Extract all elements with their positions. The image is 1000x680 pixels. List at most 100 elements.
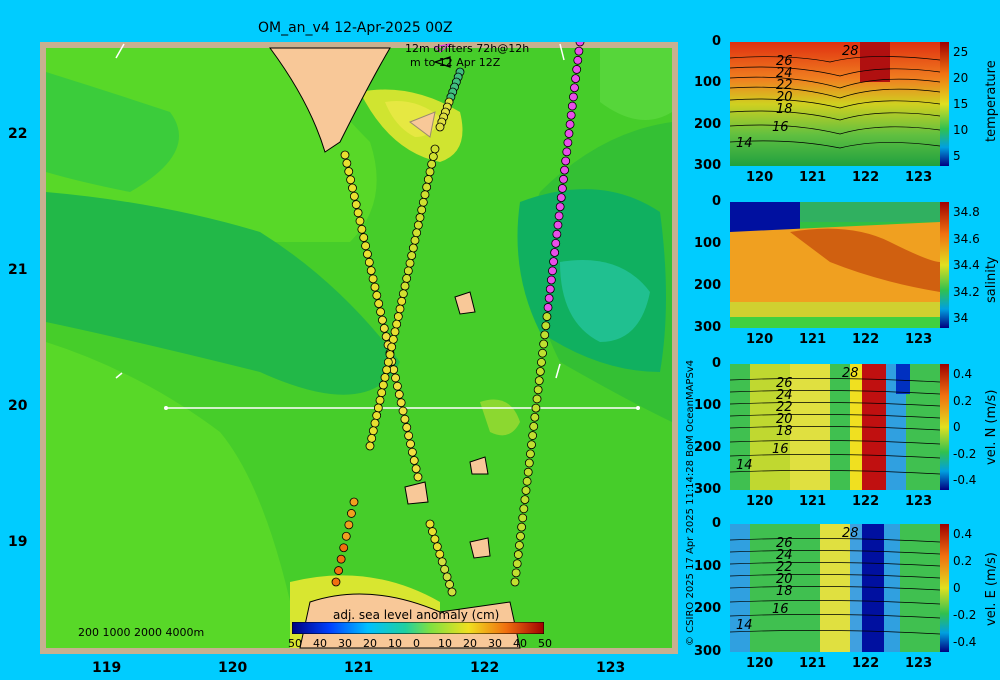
panel-lon-tick: 120 bbox=[746, 494, 774, 509]
drifter-position bbox=[521, 486, 531, 495]
drifter-position bbox=[432, 542, 442, 552]
drifter-position bbox=[398, 289, 408, 299]
drifter-position bbox=[548, 266, 557, 276]
contour-label: 28 bbox=[842, 526, 859, 541]
drifter-position bbox=[365, 441, 375, 451]
drifter-position bbox=[530, 412, 540, 422]
drifter-position bbox=[513, 550, 523, 559]
drifter-position bbox=[532, 394, 542, 404]
panel-depth-tick: 200 bbox=[694, 278, 722, 293]
colorbar-tick: -0.2 bbox=[953, 608, 977, 622]
colorbar-tick: 0.2 bbox=[953, 393, 973, 408]
drifter-position bbox=[411, 464, 421, 474]
drifter-position bbox=[400, 414, 410, 424]
contour-label: 28 bbox=[842, 44, 859, 59]
map-lon-tick: 119 bbox=[92, 660, 122, 676]
drifter-position bbox=[393, 312, 403, 321]
temperature-section bbox=[730, 42, 940, 166]
panel-depth-tick: 0 bbox=[712, 34, 722, 49]
drifter-position bbox=[400, 281, 410, 291]
colorbar-tick: -0.4 bbox=[953, 473, 977, 487]
drifter-position bbox=[517, 522, 527, 532]
drifter-position bbox=[370, 282, 380, 292]
drifter-position bbox=[567, 101, 577, 111]
vel-e-colorbar bbox=[940, 524, 949, 652]
drifter-position bbox=[523, 467, 533, 477]
map-lat-tick: 21 bbox=[8, 262, 28, 278]
drifter-position bbox=[565, 119, 575, 129]
panel-lon-tick: 121 bbox=[799, 656, 827, 671]
sla-colorbar-tick: 10 bbox=[438, 637, 452, 650]
panel-depth-tick: 0 bbox=[712, 516, 722, 531]
panel-depth-tick: 300 bbox=[694, 320, 722, 335]
drifter-position bbox=[538, 348, 547, 358]
drifter-position bbox=[535, 367, 545, 376]
drifter-position bbox=[412, 228, 422, 238]
colorbar-tick: 5 bbox=[953, 149, 961, 163]
panel-depth-tick: 200 bbox=[694, 601, 722, 617]
map-lon-tick: 122 bbox=[470, 660, 500, 676]
drifter-position bbox=[556, 193, 566, 202]
drifter-position bbox=[331, 577, 341, 587]
map-lon-tick: 123 bbox=[596, 660, 626, 676]
drifter-position bbox=[437, 557, 447, 567]
drifter-position bbox=[383, 357, 393, 367]
panel-lon-tick: 120 bbox=[746, 170, 774, 185]
drifter-position bbox=[430, 144, 440, 154]
drifter-position bbox=[347, 509, 356, 518]
panel-lon-tick: 122 bbox=[852, 332, 880, 347]
map-lon-tick: 121 bbox=[344, 660, 374, 676]
drifter-position bbox=[388, 334, 398, 344]
sla-colorbar-tick: 20 bbox=[463, 637, 477, 650]
sla-colorbar-tick: 20 bbox=[363, 637, 377, 650]
drifter-position bbox=[339, 543, 349, 553]
drifter-position bbox=[377, 388, 387, 398]
vel-n-section bbox=[730, 364, 940, 490]
drifter-position bbox=[529, 422, 539, 431]
drifter-position bbox=[349, 497, 359, 507]
panel-lon-tick: 122 bbox=[852, 656, 880, 671]
panel-lon-tick: 123 bbox=[905, 170, 933, 185]
contour-label: 14 bbox=[736, 618, 753, 633]
drifter-position bbox=[425, 167, 435, 177]
drifter-position bbox=[393, 381, 402, 391]
drifter-position bbox=[363, 249, 372, 259]
drifter-position bbox=[430, 534, 440, 544]
panel-depth-tick: 100 bbox=[694, 398, 722, 413]
drifter-position bbox=[397, 296, 407, 306]
drifter-position bbox=[566, 110, 576, 120]
drifter-position bbox=[379, 323, 389, 333]
drifter-position bbox=[387, 342, 397, 352]
drifter-position bbox=[395, 304, 405, 314]
figure-title: OM_an_v4 12-Apr-2025 00Z bbox=[258, 20, 453, 36]
panel-depth-tick: 100 bbox=[694, 75, 722, 91]
drifter-position bbox=[524, 458, 534, 468]
drifter-position bbox=[405, 258, 415, 268]
drifter-position bbox=[398, 406, 408, 416]
drifter-position bbox=[428, 152, 438, 162]
colorbar-tick: 0.4 bbox=[953, 527, 973, 541]
sla-colorbar-tick: 0 bbox=[413, 637, 420, 650]
drifter-position bbox=[375, 395, 385, 405]
drifter-position bbox=[342, 158, 352, 168]
drifter-position bbox=[445, 580, 454, 589]
drifter-position bbox=[527, 440, 536, 450]
drifter-position bbox=[334, 566, 343, 575]
drifter-position bbox=[427, 159, 437, 169]
drifter-position bbox=[417, 205, 427, 215]
drifter-position bbox=[376, 307, 385, 317]
panel-lon-tick: 121 bbox=[799, 170, 827, 185]
drifter-position bbox=[568, 92, 578, 102]
drifter-position bbox=[368, 426, 378, 436]
panel-lon-tick: 123 bbox=[905, 494, 933, 509]
drifter-position bbox=[372, 411, 382, 420]
drifter-position bbox=[553, 220, 563, 230]
panel-lon-tick: 121 bbox=[799, 332, 827, 347]
drifter-position bbox=[435, 549, 445, 559]
drifters-legend-line1: 12m drifters 72h@12h bbox=[405, 42, 530, 55]
drifter-position bbox=[522, 476, 532, 486]
drifter-position bbox=[404, 431, 414, 441]
drifter-position bbox=[336, 554, 346, 564]
drifter-position bbox=[573, 55, 583, 65]
drifter-position bbox=[510, 577, 520, 587]
